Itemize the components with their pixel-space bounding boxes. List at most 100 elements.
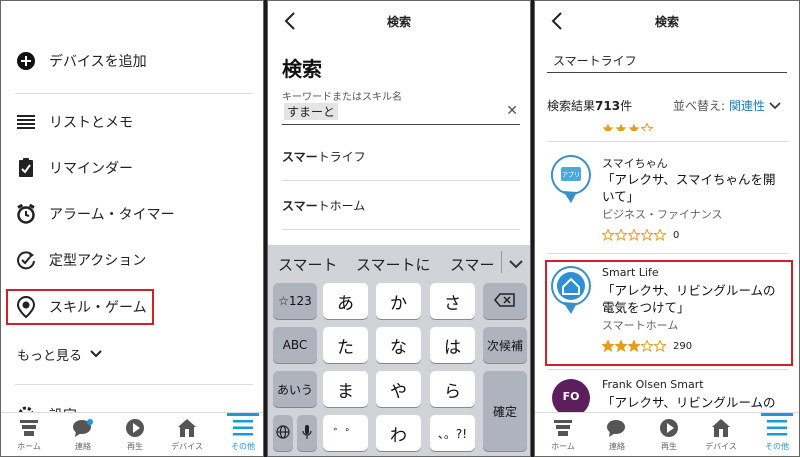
page-title: 検索 — [282, 57, 322, 81]
key-next-candidate[interactable]: 次候補 — [483, 327, 527, 363]
key-ha[interactable]: は — [430, 327, 475, 363]
skill-result-item[interactable]: アプリ スマイちゃん 「アレクサ、スマイちゃんを開いて」 ビジネス・ファイナンス… — [547, 155, 791, 251]
key-ka[interactable]: か — [376, 283, 421, 319]
search-input[interactable]: スマートライフ — [547, 49, 787, 73]
sort-dropdown[interactable]: 並べ替え: 関連性 — [673, 97, 781, 114]
skill-result-item[interactable]: FO Frank Olsen Smart 「アレクサ、リビングルームの照 — [547, 378, 791, 414]
header-title: 検索 — [386, 15, 411, 29]
candidate-item[interactable]: スマート — [278, 254, 338, 275]
bottom-nav: ホーム 連絡 再生 デバイス その他 — [535, 412, 799, 456]
show-more-button[interactable]: もっと見る — [17, 345, 102, 364]
suggestion-bold: スマー — [282, 199, 318, 213]
rating-count: 0 — [673, 229, 680, 241]
tab-play[interactable]: 再生 — [649, 417, 689, 456]
search-input[interactable]: すまーと ✕ — [282, 101, 520, 125]
key-ta[interactable]: た — [323, 327, 368, 363]
list-icon — [15, 111, 37, 133]
tab-home[interactable]: ホーム — [543, 417, 583, 456]
tab-more[interactable]: その他 — [757, 417, 797, 456]
chevron-down-icon[interactable] — [508, 255, 524, 269]
star-empty-icon — [615, 229, 627, 241]
skill-phrase: 「アレクサ、スマイちゃんを開いて」 — [602, 172, 776, 204]
key-na[interactable]: な — [376, 327, 421, 363]
star-empty-icon — [602, 229, 614, 241]
tab-devices[interactable]: デバイス — [701, 417, 741, 456]
tab-communicate[interactable]: 連絡 — [597, 417, 637, 456]
routine-icon — [15, 249, 37, 271]
menu-item-label: 定型アクション — [49, 253, 147, 269]
key-dakuten[interactable]: ゛゜ — [323, 415, 368, 451]
skill-icon: FO — [551, 378, 591, 414]
candidate-bar: スマート スマートに スマー — [268, 245, 530, 281]
tab-label: その他 — [765, 442, 789, 451]
suggestion-item[interactable]: スマー トホーム — [282, 182, 520, 230]
key-a[interactable]: あ — [323, 283, 368, 319]
key-punctuation[interactable]: 、。?! — [430, 415, 475, 451]
key-enter[interactable]: 確定 — [483, 371, 527, 451]
tab-label: 再生 — [661, 442, 677, 451]
device-house-icon — [709, 417, 733, 439]
more-menu-panel: デバイスを追加 リストとメモ リマインダー アラーム・タイマー 定型アクション … — [0, 0, 264, 457]
results-suffix: 件 — [620, 99, 633, 113]
candidate-item[interactable]: スマー — [450, 254, 495, 275]
tab-home[interactable]: ホーム — [9, 417, 49, 456]
clear-icon[interactable]: ✕ — [506, 103, 518, 119]
tab-label: ホーム — [17, 442, 41, 451]
tab-more[interactable]: その他 — [223, 417, 263, 456]
bottom-nav: ホーム 連絡 再生 デバイス その他 — [1, 412, 263, 456]
clipboard-check-icon — [15, 157, 37, 179]
suggestion-rest: トライフ — [317, 150, 366, 164]
key-ya[interactable]: や — [376, 371, 421, 407]
key-ma[interactable]: ま — [323, 371, 368, 407]
header-title: 検索 — [654, 15, 679, 29]
mic-key[interactable] — [297, 415, 317, 451]
globe-key[interactable] — [273, 415, 293, 451]
skill-name: スマイちゃん — [602, 157, 668, 170]
menu-lines-icon — [231, 417, 255, 439]
key-sa[interactable]: さ — [430, 283, 475, 319]
device-house-icon — [175, 417, 199, 439]
backspace-key[interactable] — [483, 283, 527, 319]
japanese-keyboard: スマート スマートに スマー ☆123 あ か さ ABC た な は 次候補 … — [268, 245, 530, 456]
skill-rating: 0 — [602, 229, 679, 241]
search-results-panel: 検索 スマートライフ 検索結果713件 並べ替え: 関連性 アプリ スマイちゃん… — [534, 0, 800, 457]
skill-icon: アプリ — [550, 155, 591, 207]
sort-label: 並べ替え: — [672, 99, 725, 113]
key-kana[interactable]: あいう — [273, 371, 317, 407]
divider — [15, 384, 253, 385]
search-input-value: すまーと — [284, 103, 339, 120]
key-wa[interactable]: わ — [376, 415, 421, 451]
tab-label: 連絡 — [75, 442, 91, 451]
menu-item-add-device[interactable]: デバイスを追加 — [1, 41, 263, 81]
tab-communicate[interactable]: 連絡 — [63, 417, 103, 456]
chevron-down-icon — [90, 347, 102, 362]
key-abc[interactable]: ABC — [273, 327, 317, 363]
menu-item-lists[interactable]: リストとメモ — [1, 102, 263, 142]
menu-item-reminders[interactable]: リマインダー — [1, 148, 263, 188]
menu-item-alarms[interactable]: アラーム・タイマー — [1, 194, 263, 234]
skill-name: Frank Olsen Smart — [602, 378, 704, 391]
header: 検索 — [268, 1, 530, 41]
show-more-label: もっと見る — [17, 349, 83, 364]
key-ra[interactable]: ら — [430, 371, 475, 407]
menu-item-label: デバイスを追加 — [49, 54, 147, 70]
suggestion-bold: スマー — [282, 150, 318, 164]
tab-play[interactable]: 再生 — [115, 417, 155, 456]
candidate-item[interactable]: スマートに — [356, 254, 431, 275]
skill-category: ビジネス・ファイナンス — [602, 208, 723, 221]
tab-devices[interactable]: デバイス — [167, 417, 207, 456]
suggestion-rest: トホーム — [317, 199, 366, 213]
sort-value: 関連性 — [728, 99, 765, 113]
skill-phrase: 「アレクサ、リビングルームの照 — [602, 395, 776, 414]
globe-icon — [276, 424, 290, 442]
menu-lines-icon — [765, 417, 789, 439]
menu-item-routines[interactable]: 定型アクション — [1, 240, 263, 280]
highlight-box — [6, 289, 154, 325]
chevron-down-icon — [769, 99, 781, 113]
plus-circle-icon — [15, 50, 37, 72]
tab-label: 再生 — [127, 442, 143, 451]
key-numbers[interactable]: ☆123 — [273, 283, 317, 319]
menu-item-label: リストとメモ — [49, 115, 133, 131]
play-icon — [657, 417, 681, 439]
suggestion-item[interactable]: スマー トライフ — [282, 133, 520, 181]
